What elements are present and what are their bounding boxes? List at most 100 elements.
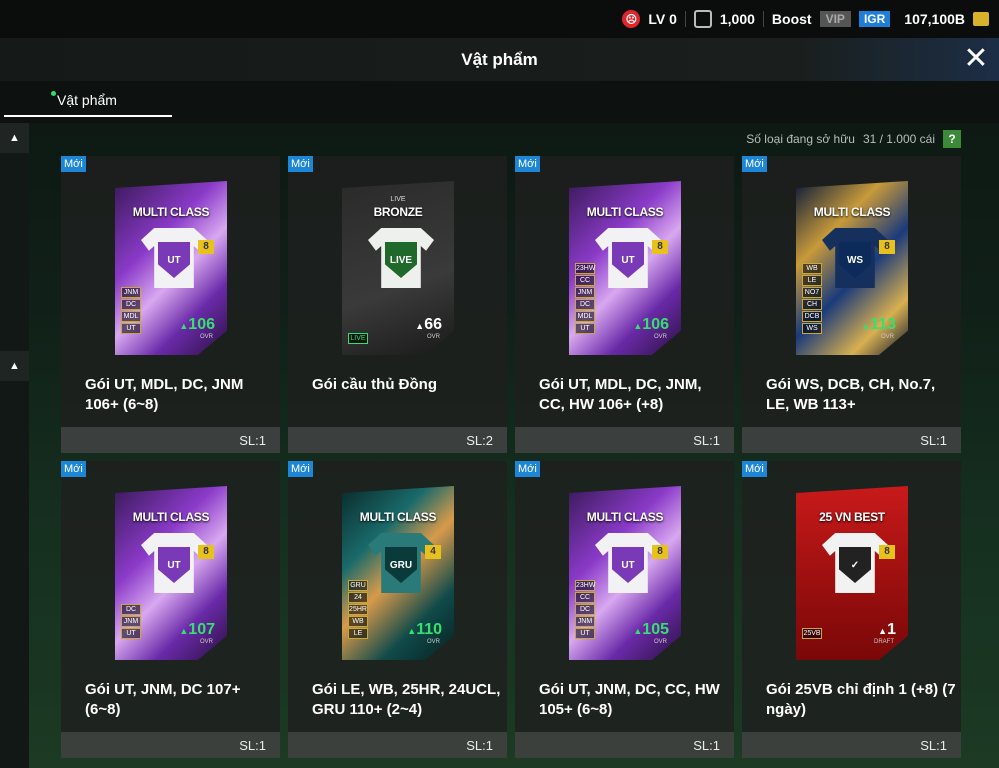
tab-underline <box>4 115 172 117</box>
item-card[interactable]: Mới MULTI CLASS WS 8 WB LE NO7 CH DCB WS ▲113… <box>742 156 961 453</box>
position-tag: CC <box>575 592 595 603</box>
bp-amount: 107,100B <box>904 11 965 27</box>
item-footer: SL:1 <box>61 427 280 453</box>
ovr-value: ▲107 <box>179 621 215 639</box>
pack-image: MULTI CLASS WS 8 WB LE NO7 CH DCB WS ▲113 OVR <box>796 181 908 355</box>
item-card[interactable]: Mới 25 VN BEST ✓ 8 25VB ▲1 DRAFT Gói 25V… <box>742 461 961 758</box>
pack-image: 25 VN BEST ✓ 8 25VB ▲1 DRAFT <box>796 486 908 660</box>
crest-icon: UT <box>612 242 644 278</box>
pack-card-frame: MULTI CLASS UT 8 JNM DC MDL UT ▲106 OVR <box>115 181 227 355</box>
item-quantity: SL:1 <box>239 738 266 753</box>
ovr-label: DRAFT <box>874 639 894 645</box>
new-badge: Mới <box>515 156 540 172</box>
item-footer: SL:1 <box>288 732 507 758</box>
position-tag: DC <box>575 299 595 310</box>
position-tag: LE <box>348 628 368 639</box>
new-badge: Mới <box>61 156 86 172</box>
position-tag: UT <box>575 628 595 639</box>
crest-icon: UT <box>612 547 644 583</box>
position-tag: JNM <box>575 287 595 298</box>
item-name: Gói 25VB chỉ định 1 (+8) (7 ngày) <box>766 681 956 718</box>
position-tag: 25HR <box>348 604 368 615</box>
jersey-icon: WS <box>822 228 888 288</box>
position-tag: UT <box>575 323 595 334</box>
item-footer: SL:1 <box>515 427 734 453</box>
live-tag: LIVE <box>348 333 368 344</box>
rank-badge: 8 <box>652 545 668 559</box>
pack-image: MULTI CLASS UT 8 DC JNM UT ▲107 OVR <box>115 486 227 660</box>
ovr-value: ▲1 <box>878 621 896 639</box>
ovr-number: 66 <box>424 316 442 333</box>
item-quantity: SL:1 <box>920 433 947 448</box>
ovr-number: 110 <box>416 621 442 638</box>
position-tag: 23HW <box>575 580 596 591</box>
ovr-value: ▲113 <box>861 316 896 334</box>
collapse-up-button-2[interactable]: ▲ <box>0 351 29 381</box>
position-tag: 24 <box>348 592 368 603</box>
bp-icon <box>973 12 989 26</box>
ovr-value: ▲110 <box>407 621 442 639</box>
position-tag: JNM <box>121 287 141 298</box>
new-dot-icon <box>51 91 56 96</box>
new-badge: Mới <box>515 461 540 477</box>
up-arrow-icon: ▲ <box>878 626 888 636</box>
new-badge: Mới <box>742 461 767 477</box>
item-card[interactable]: Mới MULTI CLASS GRU 4 GRU 24 25HR WB LE ▲110… <box>288 461 507 758</box>
top-status-bar: ☹ LV 0 1,000 Boost VIP IGR 107,100B <box>0 0 999 38</box>
pack-card-frame: 25 VN BEST ✓ 8 25VB ▲1 DRAFT <box>796 486 908 660</box>
new-badge: Mới <box>61 461 86 477</box>
level-face-icon: ☹ <box>622 10 641 28</box>
up-arrow-icon: ▲ <box>633 321 643 331</box>
item-quantity: SL:1 <box>466 738 493 753</box>
collapse-up-button[interactable]: ▲ <box>0 123 29 153</box>
help-button[interactable]: ? <box>943 130 961 148</box>
coin-amount: 1,000 <box>719 11 755 27</box>
crest-icon: WS <box>839 242 871 278</box>
position-tag: DCB <box>802 311 822 322</box>
item-quantity: SL:1 <box>920 738 947 753</box>
position-tag: JNM <box>121 616 141 627</box>
up-arrow-icon: ▲ <box>179 321 189 331</box>
pack-title: 25 VN BEST <box>819 510 885 524</box>
pack-image: MULTI CLASS GRU 4 GRU 24 25HR WB LE ▲110 OVR <box>342 486 454 660</box>
owned-label: Số loại đang sở hữu <box>746 132 855 146</box>
triangle-up-icon: ▲ <box>9 360 20 372</box>
item-card[interactable]: Mới MULTI CLASS UT 8 23HW CC DC JNM UT ▲105 … <box>515 461 734 758</box>
position-tag: NO7 <box>802 287 822 298</box>
item-card[interactable]: Mới MULTI CLASS UT 8 JNM DC MDL UT ▲106 OVR… <box>61 156 280 453</box>
item-card[interactable]: Mới MULTI CLASS UT 8 23HW CC JNM DC MDL UT ▲1… <box>515 156 734 453</box>
pack-image: MULTI CLASS UT 8 23HW CC DC JNM UT ▲105 OVR <box>569 486 681 660</box>
ovr-value: ▲105 <box>633 621 669 639</box>
item-quantity: SL:1 <box>239 433 266 448</box>
item-name: Gói LE, WB, 25HR, 24UCL, GRU 110+ (2~4) <box>312 681 501 718</box>
igr-badge: IGR <box>858 11 891 27</box>
up-arrow-icon: ▲ <box>633 626 643 636</box>
pack-card-frame: LIVE BRONZE LIVE LIVE ▲66 OVR <box>342 181 454 355</box>
ovr-value: ▲106 <box>633 316 669 334</box>
ovr-number: 1 <box>887 621 896 638</box>
item-name: Gói UT, JNM, DC 107+ (6~8) <box>85 681 241 718</box>
item-card[interactable]: Mới LIVE BRONZE LIVE LIVE ▲66 OVR Gói cầ… <box>288 156 507 453</box>
ovr-number: 107 <box>188 621 215 638</box>
up-arrow-icon: ▲ <box>415 321 425 331</box>
item-footer: SL:1 <box>515 732 734 758</box>
jersey-icon: GRU <box>368 533 434 593</box>
rank-badge: 8 <box>198 545 214 559</box>
boost-label[interactable]: Boost <box>772 11 812 27</box>
rank-badge: 4 <box>425 545 441 559</box>
ovr-number: 106 <box>642 316 669 333</box>
item-name: Gói cầu thủ Đồng <box>312 376 437 393</box>
ovr-label: OVR <box>653 639 667 645</box>
ovr-label: OVR <box>653 334 667 340</box>
up-arrow-icon: ▲ <box>179 626 189 636</box>
item-quantity: SL:1 <box>693 433 720 448</box>
tab-items[interactable]: Vật phẩm <box>4 81 172 119</box>
pack-title: MULTI CLASS <box>586 510 664 524</box>
position-tag: WS <box>802 323 822 334</box>
position-tag: MDL <box>575 311 595 322</box>
close-button[interactable]: ✕ <box>961 44 991 74</box>
position-tag: WB <box>802 263 822 274</box>
item-card[interactable]: Mới MULTI CLASS UT 8 DC JNM UT ▲107 OVR Gó… <box>61 461 280 758</box>
item-name: Gói WS, DCB, CH, No.7, LE, WB 113+ <box>766 376 936 413</box>
pack-card-frame: MULTI CLASS UT 8 23HW CC JNM DC MDL UT ▲106 O… <box>569 181 681 355</box>
